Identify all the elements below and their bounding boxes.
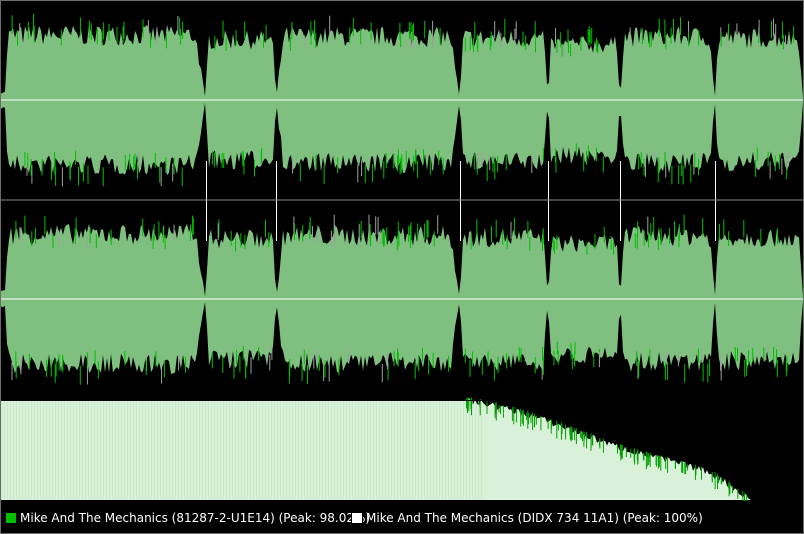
legend-item-secondary: Mike And The Mechanics (DIDX 734 11A1) (… <box>351 503 703 533</box>
spectrum-panel <box>1 397 803 501</box>
square-swatch-icon <box>5 512 17 524</box>
legend-bar: Mike And The Mechanics (81287-2-U1E14) (… <box>1 503 803 533</box>
legend-label-secondary: Mike And The Mechanics (DIDX 734 11A1) (… <box>366 511 703 525</box>
waveform-comparison-graph <box>1 1 803 501</box>
square-swatch-icon <box>351 512 363 524</box>
legend-label-primary: Mike And The Mechanics (81287-2-U1E14) (… <box>20 511 371 525</box>
legend-item-primary: Mike And The Mechanics (81287-2-U1E14) (… <box>5 503 370 533</box>
audio-comparison-window: Mike And The Mechanics (81287-2-U1E14) (… <box>0 0 804 534</box>
